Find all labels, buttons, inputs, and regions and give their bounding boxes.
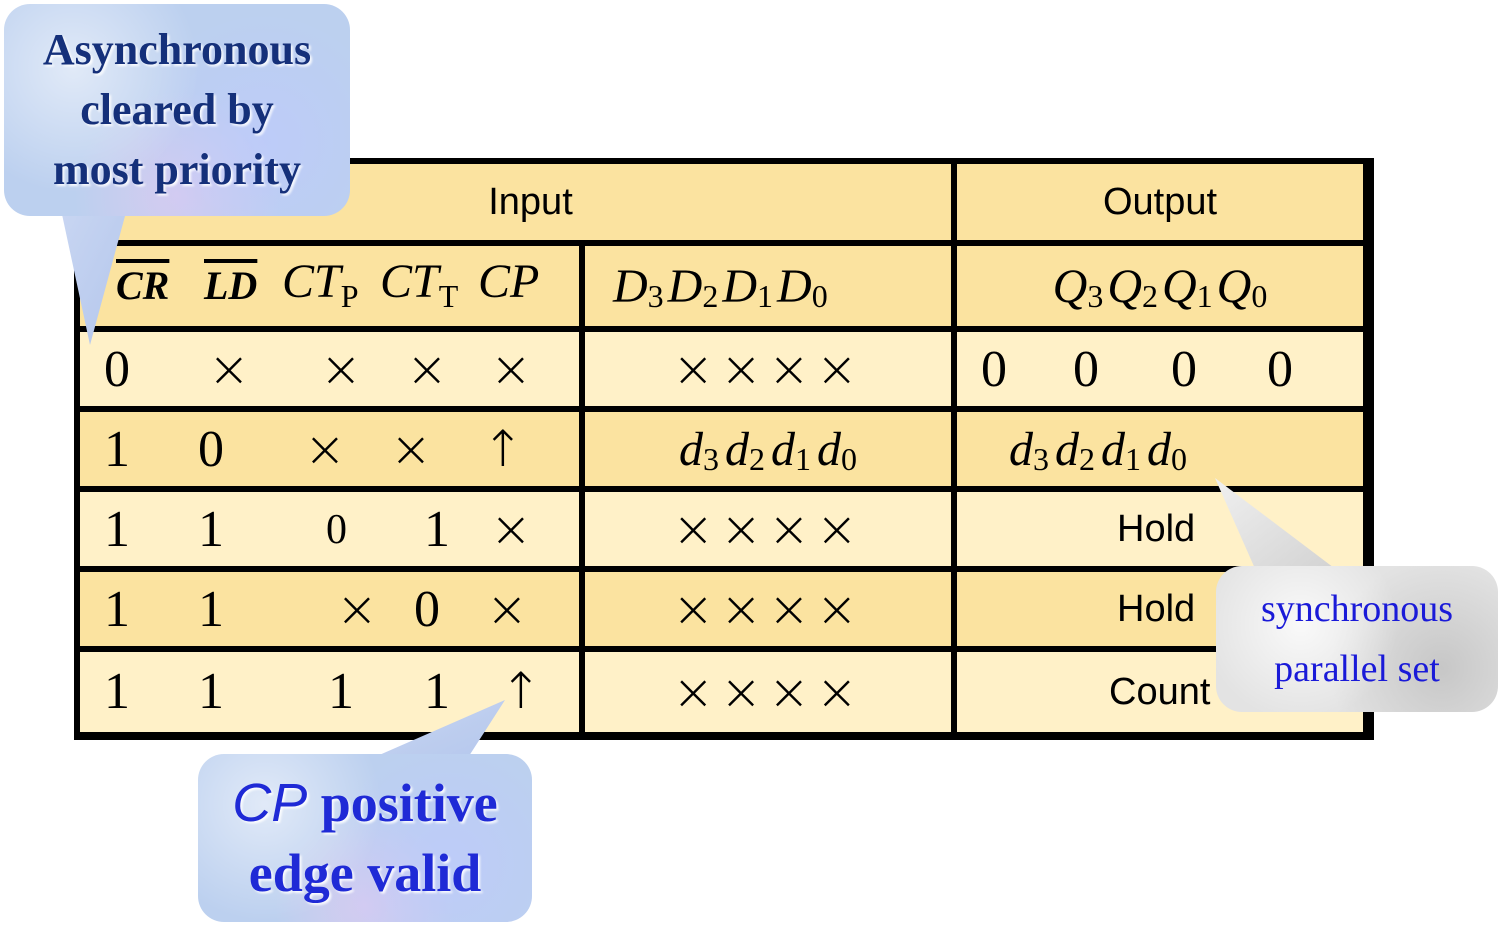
async-clear-callout: Asynchronous cleared by most priority [4, 4, 350, 216]
cp-edge-callout: CP positive edge valid [198, 754, 532, 922]
edge-callout-line2: edge valid [248, 843, 482, 903]
async-callout-pointer [60, 205, 128, 345]
sync-callout-line1: synchronous [1260, 588, 1454, 630]
sync-callout-pointer [1215, 478, 1350, 580]
async-callout-line3: most priority [52, 145, 302, 194]
sync-set-callout: synchronous parallel set [1216, 566, 1498, 712]
edge-callout-line1: CP positive [232, 773, 498, 833]
async-callout-line1: Asynchronous [42, 25, 312, 74]
sync-callout-line2: parallel set [1274, 648, 1440, 690]
async-callout-line2: cleared by [80, 85, 274, 134]
